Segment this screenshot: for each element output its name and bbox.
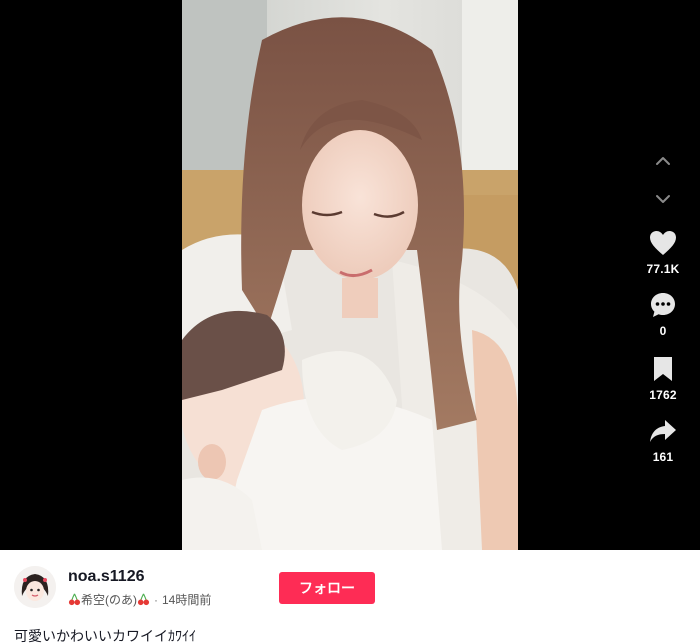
share-count: 161 [652,450,674,464]
chevron-up-icon [656,157,670,165]
save-count: 1762 [649,388,677,402]
video-player[interactable]: 77.1K 0 1762 161 [0,0,700,550]
share-icon [646,414,680,448]
cherry-icon [137,593,150,606]
author-subline: 希空(のあ) · 14時間前 [68,591,211,608]
previous-video-button[interactable] [649,150,677,172]
video-frame[interactable] [182,0,518,550]
author-display-name: 希空(のあ) [81,593,137,607]
next-video-button[interactable] [649,188,677,210]
author-username[interactable]: noa.s1126 [68,568,145,586]
video-still [182,0,518,550]
chevron-down-icon [656,195,670,203]
comment-count: 0 [659,324,667,338]
bookmark-icon [646,352,680,386]
post-time: 14時間前 [162,593,212,607]
like-count: 77.1K [646,262,680,276]
video-caption: 可愛いかわいいカワイイｶﾜｲｲ [14,628,196,643]
author-avatar[interactable] [14,566,56,608]
cherry-icon [68,593,81,606]
heart-icon [646,226,680,260]
video-info: noa.s1126 希空(のあ) · 14時間前 フォロー 可愛いかわいいカワイ… [0,550,700,643]
share-button[interactable]: 161 [646,414,680,464]
dot-separator: · [154,592,158,607]
like-button[interactable]: 77.1K [646,226,680,276]
comment-button[interactable]: 0 [646,288,680,338]
action-rail: 77.1K 0 1762 161 [640,150,686,464]
save-button[interactable]: 1762 [646,352,680,402]
comment-icon [646,288,680,322]
follow-button[interactable]: フォロー [279,572,375,604]
